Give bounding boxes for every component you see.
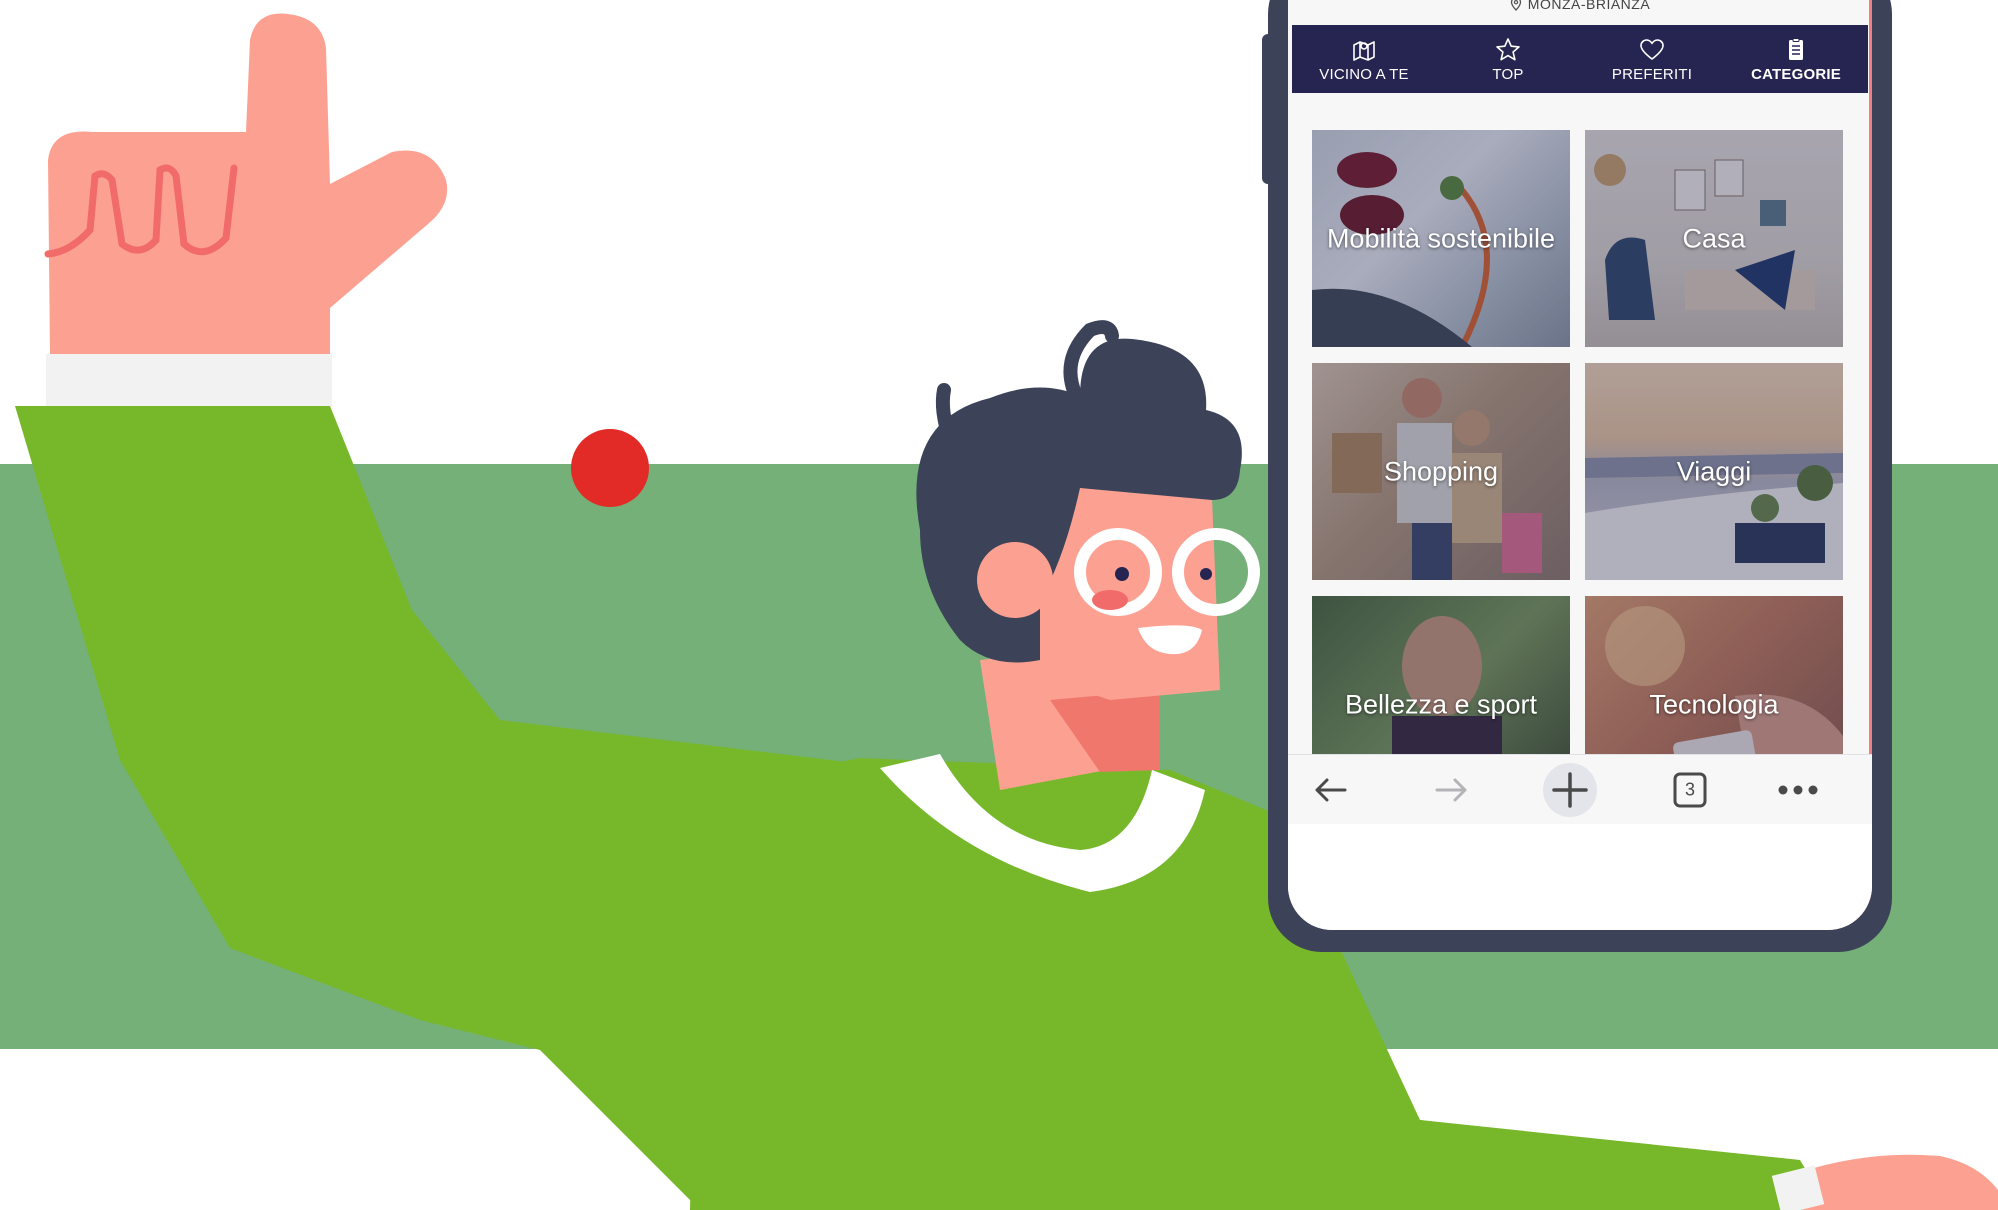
category-label: Tecnologia [1649,689,1779,719]
new-tab-button[interactable] [1535,755,1605,825]
category-label: Mobilità sostenibile [1326,223,1556,253]
map-pin-icon [1510,0,1522,14]
location-label: MONZA-BRIANZA [1527,0,1651,12]
tab-vicino-a-te[interactable]: VICINO A TE [1292,25,1436,93]
phone-screen: MONZA-BRIANZA VICINO A TE TOP PREFERITI [1288,0,1872,930]
category-tile-shopping[interactable]: Shopping [1312,363,1570,580]
tab-count: 3 [1684,779,1696,800]
more-dots-icon [1778,785,1818,795]
hair-tuft [935,383,957,447]
app-tab-bar: VICINO A TE TOP PREFERITI CATEGORIE [1292,25,1868,93]
tile-overlay [1312,596,1570,754]
heart-icon [1640,38,1664,60]
tab-label: VICINO A TE [1319,65,1409,83]
tile-overlay [1585,596,1843,754]
arrow-left-icon [1315,778,1347,802]
sleeve-cuff [46,354,332,406]
category-label: Casa [1682,223,1746,253]
tabs-button[interactable]: 3 [1655,755,1725,825]
back-button[interactable] [1296,755,1366,825]
red-dot [571,429,649,507]
category-tile-mobilita-sostenibile[interactable]: Mobilità sostenibile [1312,130,1570,347]
left-eye [1115,567,1129,581]
category-label: Bellezza e sport [1344,689,1538,719]
forward-button[interactable] [1416,755,1486,825]
ear [977,542,1053,618]
tab-preferiti[interactable]: PREFERITI [1580,25,1724,93]
cheek-blush [1092,590,1128,610]
map-icon [1353,40,1375,61]
category-tile-bellezza-e-sport[interactable]: Bellezza e sport [1312,596,1570,754]
category-label: Viaggi [1676,456,1752,486]
tab-categorie[interactable]: CATEGORIE [1724,25,1868,93]
category-tile-tecnologia[interactable]: Tecnologia [1585,596,1843,754]
list-clipboard-icon [1789,37,1803,60]
phone-mockup: MONZA-BRIANZA VICINO A TE TOP PREFERITI [1262,0,1892,952]
browser-toolbar: 3 [1288,754,1872,825]
tab-label: CATEGORIE [1751,65,1841,83]
tab-label: PREFERITI [1611,65,1693,83]
category-grid: Mobilità sostenibile Casa Shopping Viagg… [1312,130,1864,754]
resting-hand [1800,1154,1998,1210]
more-menu-button[interactable] [1763,755,1833,825]
category-tile-viaggi[interactable]: Viaggi [1585,363,1843,580]
scene: MONZA-BRIANZA VICINO A TE TOP PREFERITI [0,0,1998,1210]
plus-icon [1543,763,1597,817]
right-eye [1200,568,1212,580]
screen-bottom-area [1288,824,1872,930]
star-icon [1496,37,1520,60]
category-tile-casa[interactable]: Casa [1585,130,1843,347]
tab-top[interactable]: TOP [1436,25,1580,93]
pointing-hand [48,13,448,354]
category-label: Shopping [1383,456,1499,486]
location-bar[interactable]: MONZA-BRIANZA [1288,0,1872,14]
tab-label: TOP [1492,65,1524,83]
arrow-right-icon [1435,778,1467,802]
